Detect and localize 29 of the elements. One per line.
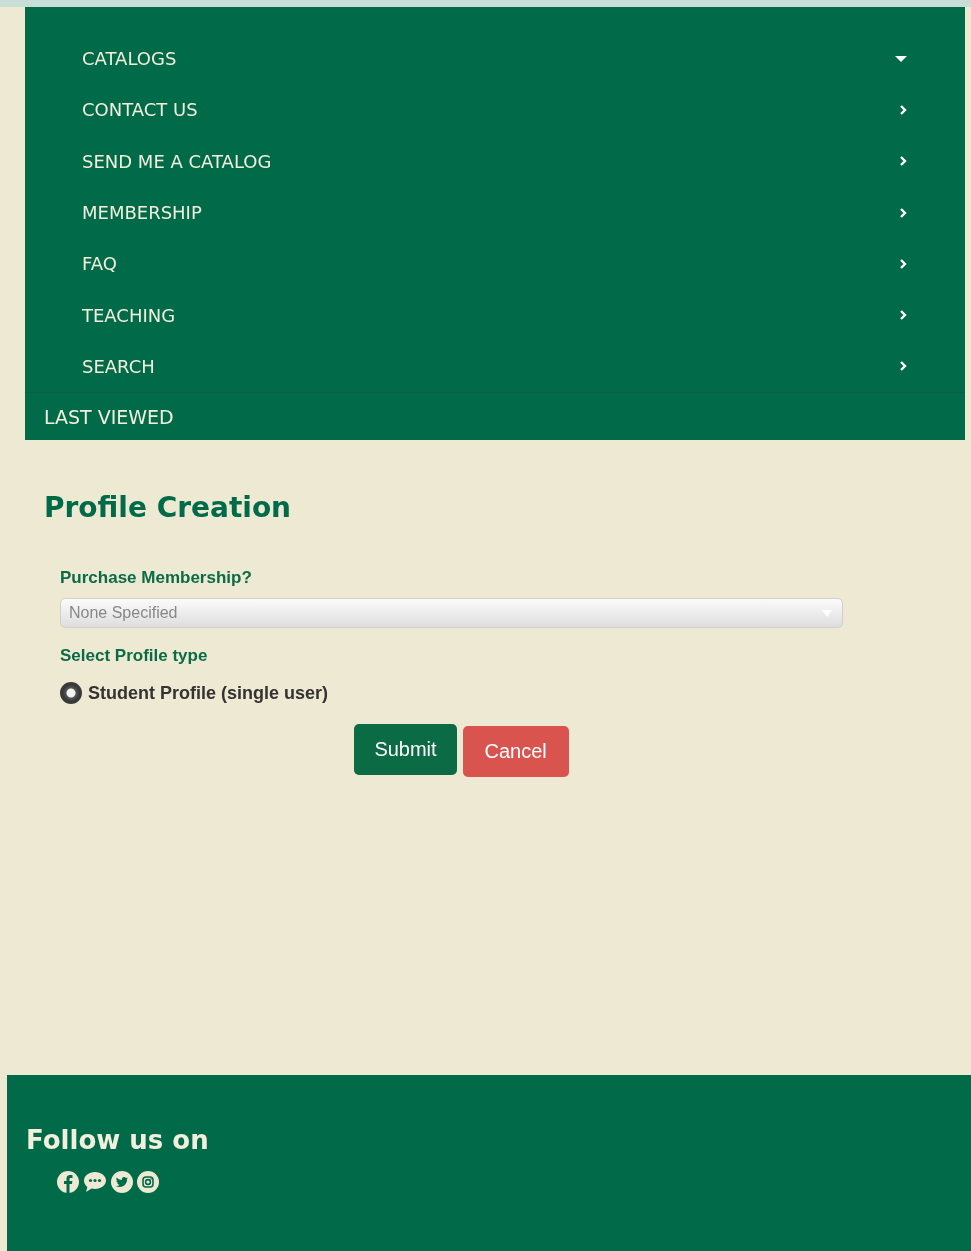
radio-button[interactable]	[60, 682, 82, 705]
caret-down-icon	[895, 54, 907, 63]
chevron-right-icon	[899, 155, 907, 168]
cancel-button[interactable]: Cancel	[462, 726, 569, 778]
instagram-icon[interactable]	[137, 1171, 159, 1193]
nav-menu-item[interactable]: CATALOGS	[25, 33, 965, 85]
chat-bubble-icon[interactable]	[83, 1171, 107, 1193]
nav-menu-item[interactable]: SEARCH	[25, 340, 965, 393]
chevron-right-icon	[899, 206, 907, 219]
chevron-right-icon	[899, 257, 907, 270]
facebook-icon[interactable]	[57, 1171, 79, 1193]
field-label: Select Profile type	[60, 646, 209, 668]
submit-button[interactable]: Submit	[354, 724, 457, 776]
dropdown-arrow-icon	[822, 609, 832, 617]
nav-menu-item[interactable]: TEACHING	[25, 289, 965, 341]
nav-menu-item[interactable]: SEND ME A CATALOG	[25, 135, 965, 187]
nav-menu-item[interactable]: MEMBERSHIP	[25, 186, 965, 239]
last-viewed-link[interactable]: LAST VIEWED	[25, 392, 965, 441]
chevron-right-icon	[899, 309, 907, 322]
nav-menu-item[interactable]: FAQ	[25, 238, 965, 290]
membership-select[interactable]: None Specified	[60, 598, 843, 629]
chevron-right-icon	[899, 360, 907, 373]
twitter-bird-icon[interactable]	[111, 1171, 133, 1193]
radio-label: Student Profile (single user)	[88, 682, 329, 704]
footer-heading: Follow us on	[26, 1125, 210, 1155]
nav-menu-item[interactable]: CONTACT US	[25, 84, 965, 136]
page-title: Profile Creation	[44, 490, 293, 527]
chevron-right-icon	[899, 103, 907, 116]
field-label: Purchase Membership?	[60, 568, 253, 590]
